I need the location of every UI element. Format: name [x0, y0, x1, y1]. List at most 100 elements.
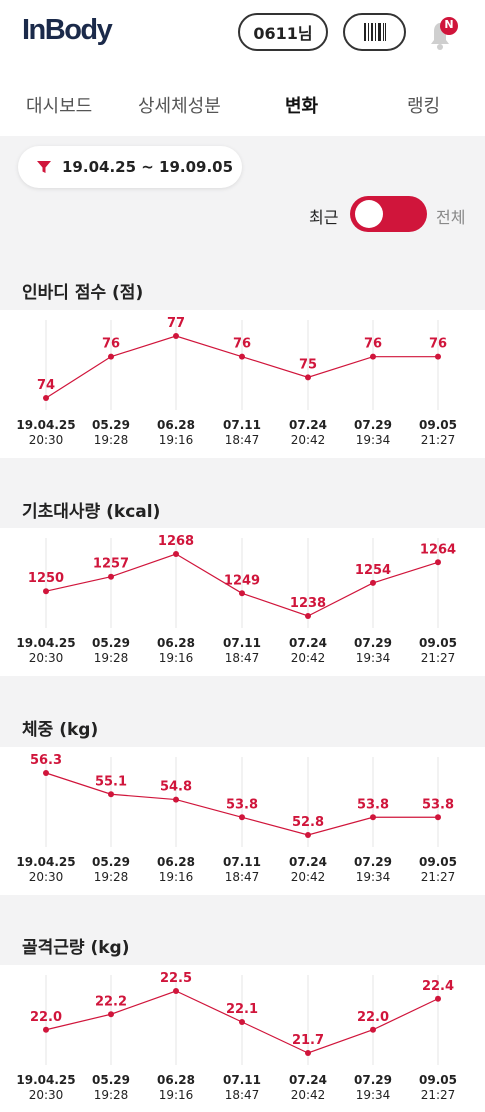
chart-panel-bmr: 1250 1257 1268 1249 1238 1254 1264 19.04.25 20:3… [0, 528, 485, 676]
data-label: 1250 [28, 571, 64, 586]
toggle-label-recent[interactable]: 최근 [309, 204, 338, 228]
tab-dashboard[interactable]: 대시보드 [26, 92, 92, 118]
x-tick-label: 07.11 18:47 [207, 855, 277, 885]
data-point[interactable] [370, 814, 376, 821]
data-label: 52.8 [292, 815, 324, 830]
x-tick-time: 19:34 [355, 1088, 391, 1102]
x-tick-date: 07.24 [289, 418, 327, 432]
data-label: 75 [299, 357, 317, 372]
x-tick-time: 18:47 [224, 1088, 260, 1102]
x-tick-label: 07.29 19:34 [338, 855, 408, 885]
data-point[interactable] [108, 353, 114, 360]
x-tick-label: 07.11 18:47 [207, 636, 277, 666]
x-tick-date: 06.28 [157, 636, 195, 650]
x-tick-label: 09.05 21:27 [403, 1073, 473, 1103]
line-chart: 74 76 77 76 75 76 76 [37, 316, 447, 410]
data-point[interactable] [305, 832, 311, 838]
chart-panel-inbody-score: 74 76 77 76 75 76 76 19.04.25 20:30 05.29 19:28 06.… [0, 310, 485, 458]
data-point[interactable] [43, 395, 49, 401]
x-tick-time: 20:30 [28, 870, 64, 884]
data-point[interactable] [43, 770, 49, 776]
date-range-filter[interactable]: 19.04.25 ~ 19.09.05 [18, 146, 242, 188]
chart-title-inbody-score: 인바디 점수 (점) [22, 283, 144, 303]
x-tick-label: 07.24 20:42 [273, 636, 343, 666]
tab-body-composition[interactable]: 상세체성분 [138, 92, 221, 118]
data-label: 1264 [420, 542, 456, 557]
data-point[interactable] [239, 590, 245, 597]
data-label: 77 [167, 316, 185, 331]
chart-panel-weight: 56.3 55.1 54.8 53.8 52.8 53.8 53.8 19.04.25 20:3… [0, 747, 485, 895]
x-tick-label: 06.28 19:16 [141, 418, 211, 448]
inbody-logo[interactable]: InBody [22, 14, 113, 47]
data-label: 1257 [93, 557, 129, 572]
x-tick-time: 21:27 [420, 651, 456, 665]
data-point[interactable] [370, 579, 376, 586]
notification-badge: N [444, 18, 454, 31]
x-tick-date: 06.28 [157, 855, 195, 869]
data-point[interactable] [108, 791, 114, 798]
toggle-label-all[interactable]: 전체 [436, 204, 465, 228]
data-point[interactable] [239, 1019, 245, 1025]
x-tick-date: 09.05 [419, 418, 457, 432]
data-point[interactable] [173, 551, 179, 557]
x-tick-label: 09.05 21:27 [403, 636, 473, 666]
x-tick-label: 05.29 19:28 [76, 1073, 146, 1103]
data-label: 1238 [290, 596, 326, 611]
x-tick-time: 18:47 [224, 651, 260, 665]
data-point[interactable] [370, 353, 376, 360]
user-button[interactable]: 0611님 [238, 13, 328, 51]
data-label: 53.8 [422, 797, 454, 812]
x-tick-label: 07.11 18:47 [207, 418, 277, 448]
data-label: 22.1 [226, 1002, 258, 1017]
x-tick-time: 20:42 [290, 433, 326, 447]
data-point[interactable] [435, 559, 441, 566]
data-point[interactable] [370, 1026, 376, 1033]
x-tick-time: 18:47 [224, 870, 260, 884]
x-tick-date: 07.24 [289, 1073, 327, 1087]
data-point[interactable] [108, 1011, 114, 1018]
data-point[interactable] [108, 573, 114, 580]
tab-ranking[interactable]: 랭킹 [407, 92, 440, 118]
data-point[interactable] [173, 333, 179, 339]
x-tick-date: 07.24 [289, 855, 327, 869]
notification-button[interactable]: N [418, 14, 462, 54]
data-label: 1254 [355, 563, 391, 578]
data-point[interactable] [305, 374, 311, 381]
x-tick-date: 06.28 [157, 418, 195, 432]
x-tick-label: 07.29 19:34 [338, 1073, 408, 1103]
x-tick-time: 20:30 [28, 651, 64, 665]
data-label: 53.8 [226, 797, 258, 812]
x-tick-time: 19:28 [93, 870, 129, 884]
recent-all-toggle-row: 최근 전체 [0, 196, 485, 232]
data-point[interactable] [173, 988, 179, 994]
x-tick-date: 19.04.25 [16, 636, 76, 650]
barcode-icon [363, 23, 386, 41]
x-tick-date: 07.11 [223, 418, 261, 432]
x-tick-label: 07.24 20:42 [273, 418, 343, 448]
tab-changes[interactable]: 변화 [285, 92, 318, 118]
recent-all-toggle[interactable] [350, 196, 427, 232]
data-point[interactable] [239, 814, 245, 821]
x-tick-date: 05.29 [92, 418, 130, 432]
data-label: 55.1 [95, 774, 127, 789]
data-point[interactable] [173, 796, 179, 803]
line-chart: 56.3 55.1 54.8 53.8 52.8 53.8 53.8 [30, 753, 454, 847]
x-tick-label: 19.04.25 20:30 [11, 855, 81, 885]
data-label: 22.0 [357, 1010, 389, 1025]
data-point[interactable] [305, 613, 311, 619]
x-tick-label: 09.05 21:27 [403, 418, 473, 448]
data-point[interactable] [435, 353, 441, 360]
data-point[interactable] [43, 1026, 49, 1033]
data-point[interactable] [43, 588, 49, 595]
barcode-button[interactable] [343, 13, 406, 51]
x-tick-time: 21:27 [420, 1088, 456, 1102]
data-point[interactable] [239, 353, 245, 360]
x-tick-date: 19.04.25 [16, 1073, 76, 1087]
data-label: 76 [233, 337, 251, 352]
data-point[interactable] [305, 1050, 311, 1056]
data-point[interactable] [435, 995, 441, 1002]
x-tick-time: 21:27 [420, 433, 456, 447]
data-point[interactable] [435, 814, 441, 821]
x-tick-label: 05.29 19:28 [76, 418, 146, 448]
data-label: 22.5 [160, 971, 192, 986]
